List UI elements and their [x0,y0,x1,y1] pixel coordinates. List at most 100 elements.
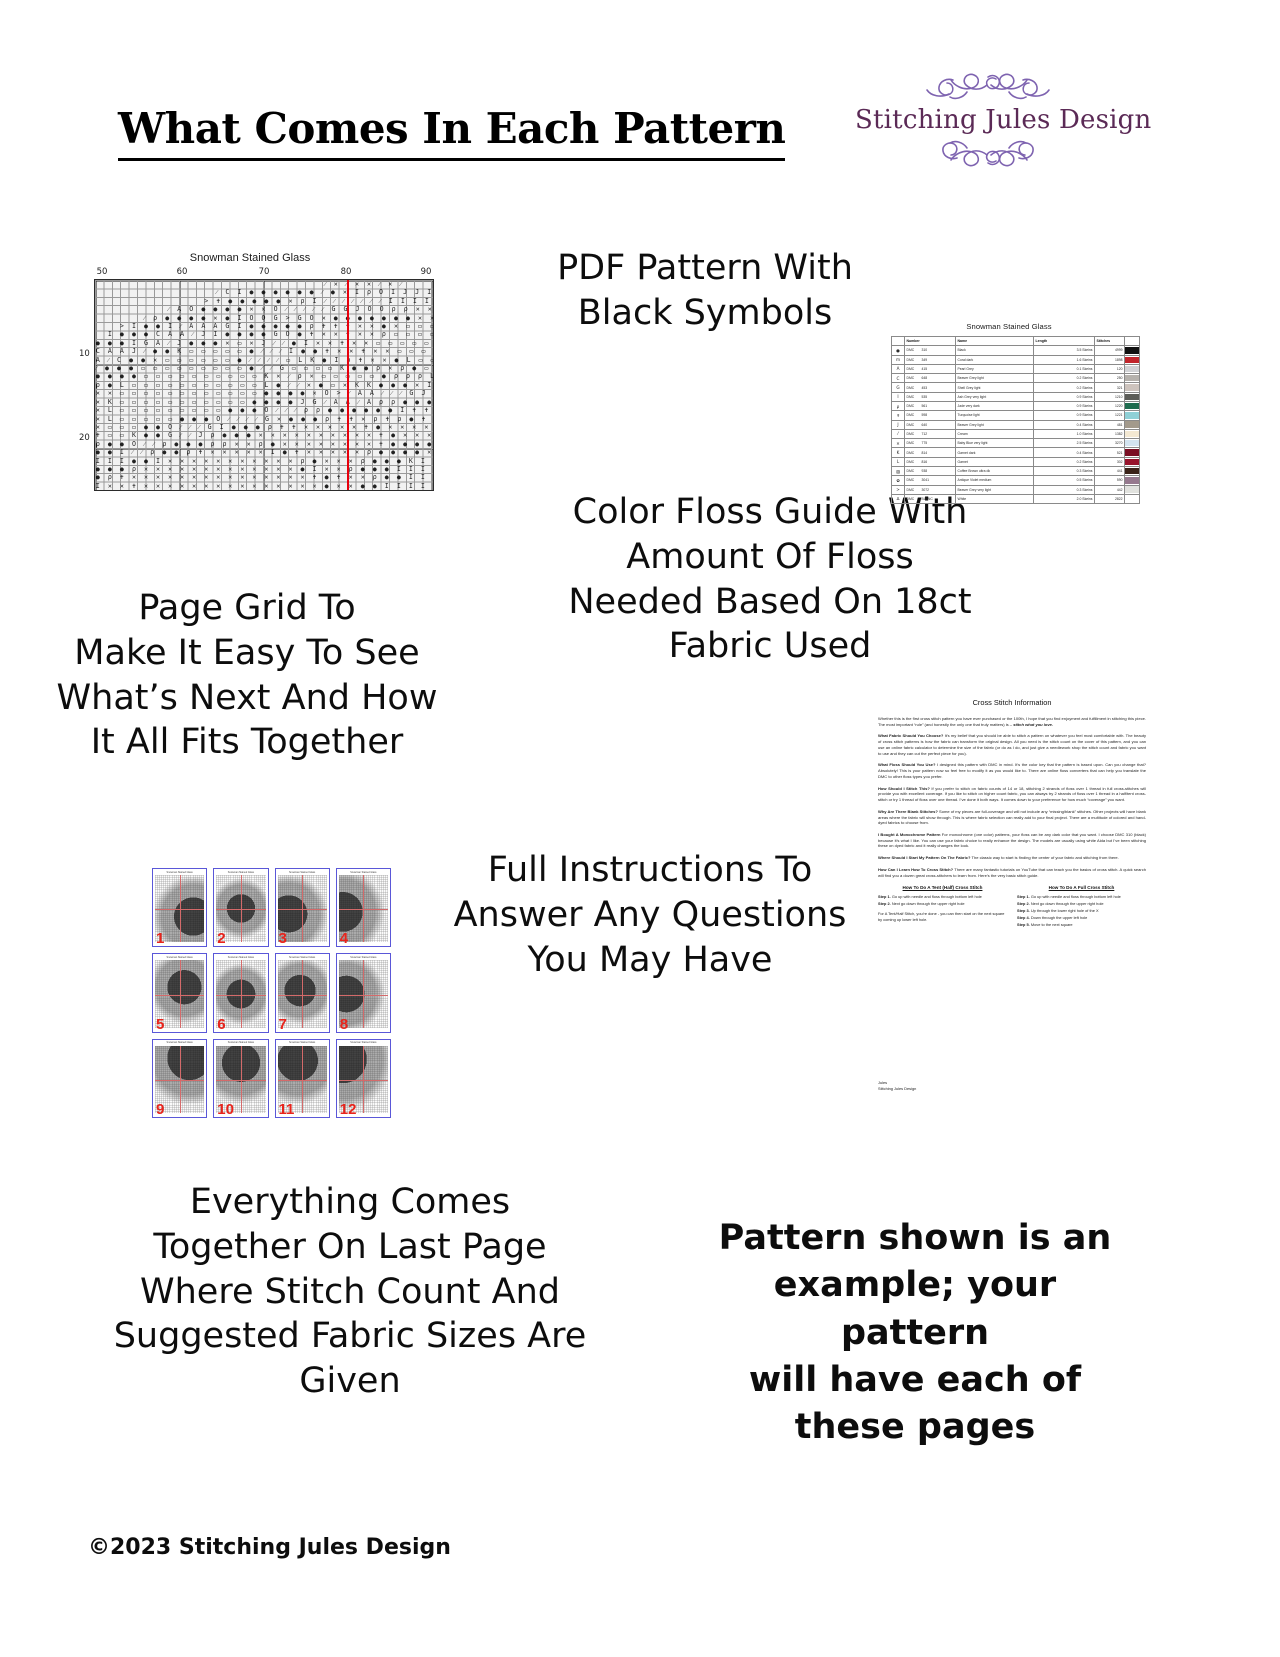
flourish-bottom-icon [942,140,1034,167]
instructions-paragraph: What Fabric Should You Choose? It’s my b… [878,733,1146,756]
page-grid-thumbnail[interactable]: Snowman Stained Glass 5 [152,953,208,1033]
thumbnail-center-vline [302,960,303,1028]
page-grid-thumbnail[interactable]: Snowman Stained Glass 8 [335,953,391,1033]
page-grid-thumbnail[interactable]: Snowman Stained Glass 4 [335,868,391,948]
color-swatch [1125,430,1139,438]
flourish-top-icon [926,73,1050,100]
cell-stitches: 250 [1094,373,1125,384]
cell-name: Garnet [955,456,1034,467]
table-row: C DMC 648 Beaver Grey light 0.2 Skeins 250 [891,373,1140,384]
floss-guide-title: Snowman Stained Glass [966,322,1052,331]
cell-symbol: ✝ [891,410,905,421]
table-row: K DMC 814 Garnet dark 0.4 Skeins 521 [891,447,1140,458]
page-grid-thumbnail[interactable]: Snowman Stained Glass 6 [213,953,269,1033]
chart-center-line [346,280,349,490]
table-row: ∆ DMC BLANC White 2.0 Skeins 2822 [891,493,1140,505]
page-grid-thumbnail[interactable]: Snowman Stained Glass 10 [213,1038,269,1118]
thumbnail-title: Snowman Stained Glass [350,955,377,959]
howto-tent-stitch: How To Do A Tent (Half) Cross Stitch Ste… [878,885,1007,928]
cell-name: Pearl Grey [955,363,1034,375]
table-row: I DMC 535 Ash Grey very light 0.9 Skeins 1210 [891,391,1140,402]
table-row: > DMC 3072 Beaver Grey very light 0.3 Skeins… [891,484,1140,495]
caption-full-instructions: Full Instructions To Answer Any Question… [453,850,847,980]
cell-symbol: > [891,484,905,495]
instructions-paragraph: I Bought A Monochrome Pattern For monoch… [878,832,1146,849]
signature-brand: Stitching Jules Design [878,1086,917,1092]
instructions-paragraph: Whether this is the first cross stitch p… [878,716,1146,727]
page-grid-thumbnail[interactable]: Snowman Stained Glass 1 [152,868,208,948]
caption-everything-comes: Everything Comes Together On Last Page W… [113,1182,587,1402]
cell-swatch [1124,400,1140,412]
cell-stitches: 1220 [1094,400,1125,412]
table-row: ✿ DMC 3041 Antique Violet medium 0.5 Skeins 5… [891,475,1140,486]
howto-section: How To Do A Tent (Half) Cross Stitch Ste… [878,885,1146,928]
thumbnail-number: 5 [156,1015,165,1033]
cell-name: Coffee Brown ultra dk [955,465,1034,477]
table-row: L DMC 816 Garnet 0.2 Skeins 302 [891,456,1140,467]
cell-number: DMC 938 [904,465,956,477]
color-swatch [1125,347,1139,354]
page-grid-thumbnail[interactable]: Snowman Stained Glass 3 [274,868,330,948]
howto-full-step: Step 1. Go up with needle and floss thro… [1017,894,1121,900]
thumbnail-title: Snowman Stained Glass [289,870,316,874]
cell-length: 1.0 Skeins [1033,428,1095,440]
chart-col-label: 80 [340,267,352,277]
cell-name: Ash Grey very light [955,391,1034,402]
cell-symbol: m [891,354,905,365]
cell-length: 0.9 Skeins [1033,410,1095,421]
howto-tent-step: Step 2. Next go down through the upper r… [878,901,965,907]
copyright-footer: ©2023 Stitching Jules Design [88,1535,451,1560]
cell-number: DMC 561 [904,400,956,412]
cell-number: DMC 816 [904,456,956,467]
thumbnail-number: 11 [278,1101,295,1118]
table-row: J DMC 640 Beaver Grey light 0.4 Skeins 481 [891,419,1140,430]
cell-symbol: L [891,456,905,467]
cell-symbol: K [891,447,905,458]
thumbnail-center-vline [363,960,364,1028]
table-row: ● DMC 310 Black 3.5 Skeins 4999 [891,345,1140,356]
cell-length: 2.0 Skeins [1033,493,1095,505]
instructions-signature: Jules Stitching Jules Design [878,1080,916,1092]
cell-stitches: 1210 [1094,391,1125,402]
cell-symbol: J [891,419,905,430]
cell-number: DMC BLANC [904,493,956,505]
cell-length: 0.9 Skeins [1033,400,1095,412]
cell-swatch [1124,438,1140,449]
instructions-paragraph: How Should I Stitch This? If you prefer … [878,785,1146,803]
cell-swatch [1124,456,1140,467]
cell-symbol: ∆ [891,493,905,505]
cell-symbol: C [891,373,905,384]
chart-col-label: 90 [420,267,432,277]
caption-pdf-pattern: PDF Pattern With Black Symbols [557,248,853,333]
thumbnail-center-vline [240,960,242,1028]
howto-full-stitch: How To Do A Full Cross Stitch Step 1. Go… [1017,885,1146,928]
cell-swatch [1124,465,1140,477]
page-grid-thumbnail[interactable]: Snowman Stained Glass 7 [274,953,330,1033]
thumbnail-center-vline [179,875,181,943]
cell-symbol: ▨ [891,465,905,477]
howto-full-step: Step 2. Next go down through the upper r… [1017,901,1104,907]
cell-name: Coral dark [955,354,1034,365]
cell-stitches: 1221 [1094,410,1125,421]
col-name: Name [955,335,1034,347]
page-grid-thumbnail[interactable]: Snowman Stained Glass 11 [274,1038,330,1118]
cell-swatch [1124,447,1140,458]
cell-length: 0.9 Skeins [1033,391,1095,402]
color-swatch [1125,467,1139,475]
page-grid-thumbnail[interactable]: Snowman Stained Glass 9 [152,1038,208,1118]
cell-symbol: ✿ [891,475,905,486]
table-row: ρ DMC 561 Jade very dark 0.9 Skeins 1220 [891,400,1140,412]
cell-length: 0.1 Skeins [1033,363,1095,375]
cell-stitches: 3270 [1094,438,1125,449]
caption-disclaimer: Pattern shown is an example; your patter… [718,1218,1112,1447]
howto-full-step: Step 3. Up through the lower right hole … [1017,908,1099,914]
page-grid-thumbnail[interactable]: Snowman Stained Glass 12 [335,1038,391,1118]
cell-length: 0.3 Skeins [1033,484,1095,495]
col-number: Number [904,335,956,347]
page-grid-thumbnail[interactable]: Snowman Stained Glass 2 [213,868,269,948]
cell-name: Cream [955,428,1034,440]
color-swatch [1125,421,1139,428]
cell-number: DMC 814 [904,447,956,458]
howto-full-heading: How To Do A Full Cross Stitch [1048,885,1115,891]
pattern-chart-preview: Snowman Stained Glass 50 60 70 80 90 10 … [66,252,434,498]
